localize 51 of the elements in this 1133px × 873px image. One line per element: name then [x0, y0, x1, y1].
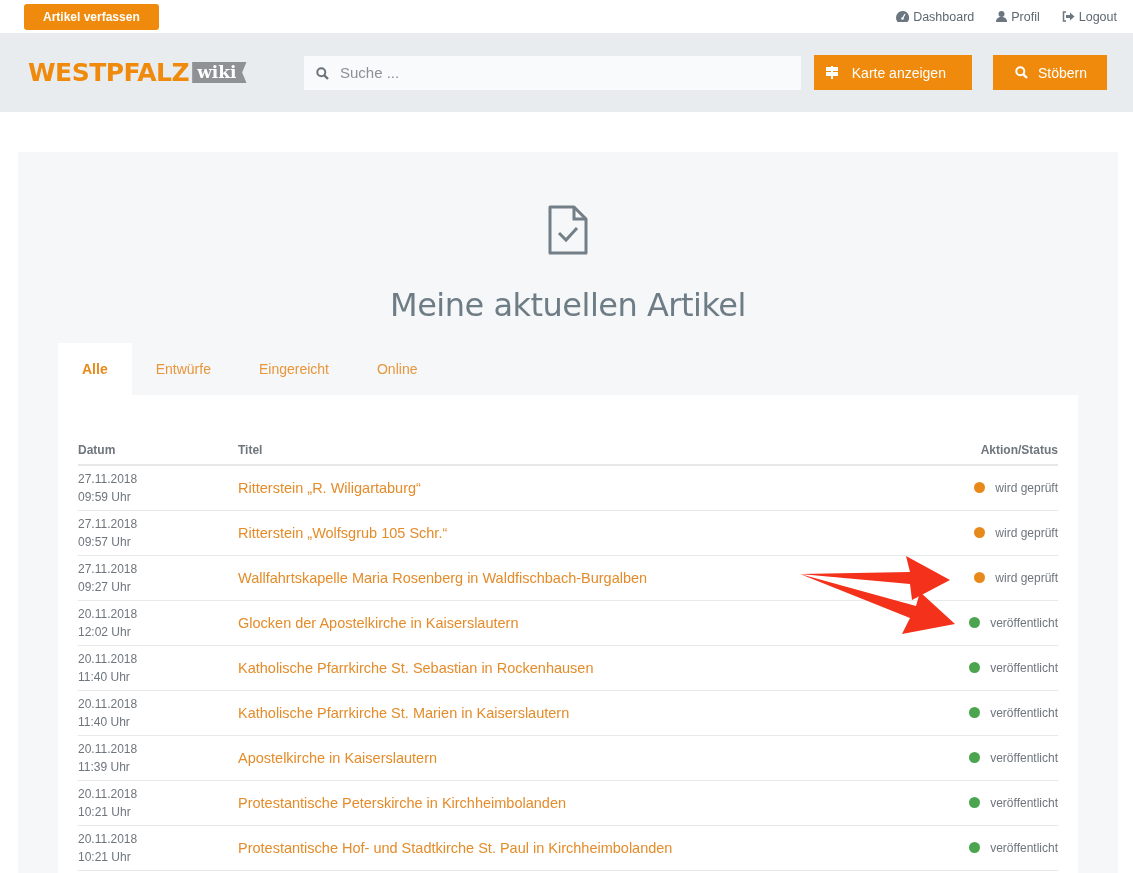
date-cell: 27.11.2018 09:57 Uhr — [78, 510, 238, 556]
show-map-button[interactable]: Karte anzeigen — [813, 55, 972, 90]
column-header: Datum — [78, 443, 238, 465]
logo-badge: wiki — [192, 62, 247, 83]
dashboard-link[interactable]: Dashboard — [896, 9, 975, 24]
date-cell: 27.11.2018 09:59 Uhr — [78, 465, 238, 511]
date-cell: 20.11.2018 11:40 Uhr — [78, 645, 238, 691]
logo-wordmark[interactable]: WESTPFALZ — [28, 58, 190, 87]
profile-link[interactable]: Profil — [996, 9, 1040, 24]
column-header: Titel — [238, 443, 919, 465]
article-title-link[interactable]: Apostelkirche in Kaiserslautern — [238, 750, 438, 766]
logout-icon — [1061, 11, 1075, 22]
article-title-link[interactable]: Protestantische Peterskirche in Kirchheimbolanden — [238, 795, 567, 811]
status-label: veröffentlicht — [990, 795, 1058, 810]
write-article-button[interactable]: Artikel verfassen — [24, 4, 159, 30]
date-cell: 20.11.2018 10:21 Uhr — [78, 825, 238, 871]
document-check-icon — [548, 205, 588, 255]
date-cell: 20.11.2018 12:02 Uhr — [78, 600, 238, 646]
status-label: veröffentlicht — [990, 615, 1058, 630]
article-title-link[interactable]: Protestantische Hof- und Stadtkirche St. Paul in Kirchheimbolanden — [238, 840, 673, 856]
status-label: veröffentlicht — [990, 705, 1058, 720]
logout-link[interactable]: Logout — [1061, 9, 1117, 24]
status-label: wird geprüft — [995, 525, 1058, 540]
status-label: veröffentlicht — [990, 840, 1058, 855]
dashboard-icon — [896, 11, 910, 22]
date-cell: 20.11.2018 11:39 Uhr — [78, 735, 238, 781]
article-title-link[interactable]: Katholische Pfarrkirche St. Sebastian in Rockenhausen — [238, 660, 594, 676]
search-field[interactable]: Suche ... — [304, 55, 801, 90]
date-cell: 20.11.2018 10:21 Uhr — [78, 780, 238, 826]
signpost-icon — [825, 66, 838, 79]
search-icon — [316, 66, 329, 80]
filter-tab[interactable]: Eingereicht — [234, 343, 353, 395]
status-label: wird geprüft — [995, 480, 1058, 495]
date-cell: 20.11.2018 11:40 Uhr — [78, 690, 238, 736]
article-title-link[interactable]: Katholische Pfarrkirche St. Marien in Kaiserslautern — [238, 705, 570, 721]
search-icon — [1014, 66, 1028, 79]
filter-tab[interactable]: Entwürfe — [131, 343, 235, 395]
article-title-link[interactable]: Wallfahrtskapelle Maria Rosenberg in Waldfischbach-Burgalben — [238, 570, 648, 586]
column-header: Aktion/Status — [918, 443, 1058, 465]
status-label: wird geprüft — [995, 570, 1058, 585]
filter-tab[interactable]: Online — [353, 343, 442, 395]
article-title-link[interactable]: Ritterstein „Wolfsgrub 105 Schr.“ — [238, 525, 448, 541]
browse-button[interactable]: Stöbern — [992, 55, 1107, 90]
status-label: veröffentlicht — [990, 660, 1058, 675]
person-icon — [996, 11, 1008, 22]
page-title: Meine aktuellen Artikel — [389, 286, 747, 324]
status-label: veröffentlicht — [990, 750, 1058, 765]
article-title-link[interactable]: Ritterstein „R. Wiligartaburg“ — [238, 480, 421, 496]
filter-tab[interactable]: Alle — [58, 343, 132, 395]
date-cell: 27.11.2018 09:27 Uhr — [78, 555, 238, 601]
article-title-link[interactable]: Glocken der Apostelkirche in Kaiserslautern — [238, 615, 519, 631]
